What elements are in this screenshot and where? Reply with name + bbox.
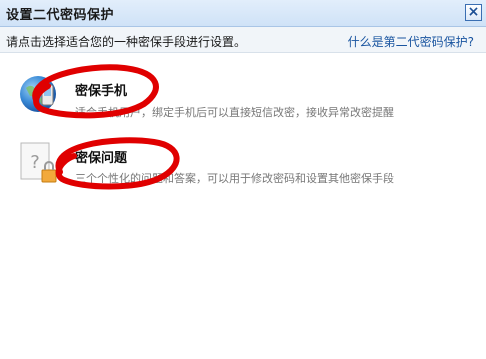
instruction-text: 请点击选择适合您的一种密保手段进行设置。: [6, 35, 247, 49]
phone-globe-icon: [20, 76, 56, 112]
option-desc-question: 三个个性化的问题和答案，可以用于修改密码和设置其他密保手段: [75, 172, 394, 185]
info-bar: 请点击选择适合您的一种密保手段进行设置。 什么是第二代密码保护?: [0, 27, 486, 53]
option-desc-phone: 适合手机用户，绑定手机后可以直接短信改密，接收异常改密提醒: [75, 106, 394, 119]
titlebar: 设置二代密码保护 ×: [0, 0, 486, 27]
option-security-phone[interactable]: 密保手机 适合手机用户，绑定手机后可以直接短信改密，接收异常改密提醒: [0, 66, 486, 126]
dialog-title: 设置二代密码保护: [6, 8, 115, 23]
question-document-lock-icon: ?: [20, 142, 60, 186]
option-security-question[interactable]: ? 密保问题 三个个性化的问题和答案，可以用于修改密码和设置其他密保手段: [0, 140, 486, 200]
option-title-question: 密保问题: [75, 151, 128, 166]
close-button[interactable]: ×: [465, 4, 482, 21]
dialog: 设置二代密码保护 × 请点击选择适合您的一种密保手段进行设置。 什么是第二代密码…: [0, 0, 486, 359]
help-link[interactable]: 什么是第二代密码保护?: [348, 33, 474, 50]
question-mark-glyph: ?: [30, 152, 40, 173]
option-title-phone: 密保手机: [75, 84, 128, 99]
